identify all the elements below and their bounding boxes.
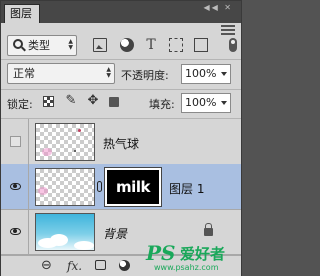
panel-bottom-bar: ⊖ fx. [1,255,241,276]
layer-thumbnail [35,213,95,251]
lock-image-pixels-icon[interactable]: ✎ [65,94,77,108]
layer-name: 背景 [103,227,128,241]
filter-toggle-switch[interactable] [229,38,237,52]
fill-input[interactable]: 100% [181,93,231,113]
layer-row-layer1[interactable]: milk 图层 1 [1,164,241,210]
shape-filter-icon[interactable] [169,38,183,52]
filter-type-select[interactable]: 类型 ▲ ▼ [7,35,77,56]
blend-mode-select[interactable]: 正常 ▲ ▼ [7,63,115,84]
adjustment-filter-icon[interactable] [120,38,134,52]
layer-name: 图层 1 [169,182,205,196]
lock-icon [204,223,213,236]
divider [1,59,241,60]
opacity-label: 不透明度: [121,69,169,82]
search-icon [13,39,23,49]
fill-value: 100% [185,96,217,109]
visibility-cell[interactable] [1,164,29,209]
layer-name: 热气球 [103,137,140,151]
opacity-input[interactable]: 100% [181,64,231,84]
type-filter-icon[interactable]: T [144,38,158,52]
opacity-value: 100% [185,67,217,80]
visibility-cell[interactable] [1,209,29,254]
eye-icon[interactable] [10,228,21,235]
layers-list: 热气球 milk 图层 1 背景 [1,118,241,255]
link-chain-icon[interactable] [97,181,102,192]
layers-panel: 图层 ◀◀ ✕ 类型 ▲ ▼ T 正常 ▲ ▼ 不透明度: 100% 锁定: ✎ ✥… [0,0,242,276]
layer-row-balloon[interactable]: 热气球 [1,119,241,165]
cloud-shape [74,241,94,250]
eye-icon[interactable] [10,183,21,190]
panel-titlebar: 图层 ◀◀ ✕ [1,1,241,23]
panel-menu-icon[interactable] [221,25,235,35]
window-controls[interactable]: ◀◀ ✕ [203,3,233,12]
mask-text: milk [116,178,150,196]
balloon-wisp [42,148,52,156]
pink-wisp [38,187,48,195]
adjustment-layer-icon[interactable] [119,260,130,271]
link-layers-icon[interactable]: ⊖ [41,259,52,272]
layer-row-background[interactable]: 背景 [1,209,241,255]
balloon-dot [78,129,81,132]
chevron-down-icon[interactable] [221,72,227,76]
layer-mask-thumbnail[interactable]: milk [104,167,162,207]
visibility-cell[interactable] [1,119,29,164]
balloon-dot [74,150,76,152]
blend-mode-value: 正常 [13,67,35,80]
fill-label: 填充: [149,98,175,111]
visibility-off-box[interactable] [10,136,21,147]
chevron-down-icon[interactable] [221,101,227,105]
fx-button[interactable]: fx. [67,260,82,272]
divider [1,89,241,90]
tab-label: 图层 [10,7,32,20]
spinner-arrows-icon: ▲ ▼ [106,66,111,79]
cloud-shape [50,234,68,246]
add-mask-icon[interactable] [95,260,106,270]
filter-row: 类型 ▲ ▼ T [7,35,237,57]
layer-thumbnail [35,168,95,206]
lock-label: 锁定: [7,98,33,111]
pixel-filter-icon[interactable] [93,38,107,52]
spinner-arrows-icon: ▲ ▼ [68,38,73,51]
tab-layers[interactable]: 图层 [4,4,40,23]
lock-position-icon[interactable]: ✥ [87,94,99,108]
filter-type-label: 类型 [28,39,50,52]
smart-object-filter-icon[interactable] [194,38,208,52]
lock-all-icon[interactable] [109,97,119,107]
lock-transparent-pixels-icon[interactable] [43,96,54,107]
layer-thumbnail [35,123,95,161]
